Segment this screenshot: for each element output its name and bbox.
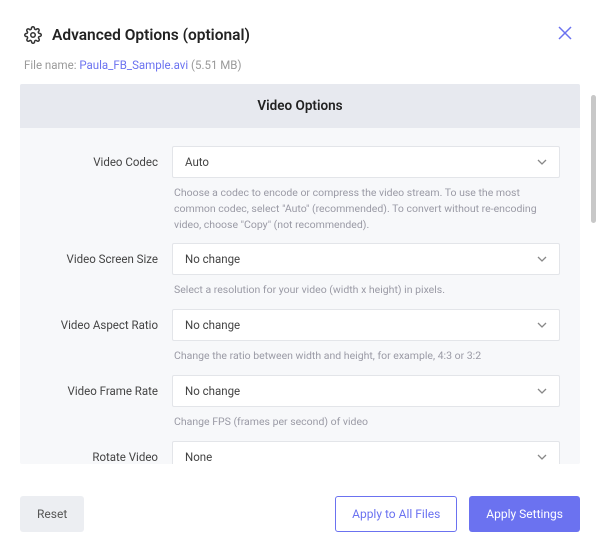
label-video-codec: Video Codec (34, 146, 172, 169)
file-name-value: Paula_FB_Sample.avi (79, 58, 188, 72)
field-rotate-video: Rotate Video None Video will be rotated … (34, 441, 560, 465)
reset-button[interactable]: Reset (20, 496, 84, 532)
select-value: No change (185, 252, 240, 266)
select-value: No change (185, 318, 240, 332)
field-screen-size: Video Screen Size No change Select a res… (34, 243, 560, 298)
scrollbar-thumb[interactable] (591, 95, 596, 223)
file-size: (5.51 MB) (191, 58, 241, 72)
file-name-row: File name: Paula_FB_Sample.avi (5.51 MB) (0, 58, 600, 84)
modal-footer: Reset Apply to All Files Apply Settings (0, 478, 600, 554)
gear-icon (24, 26, 42, 44)
close-button[interactable] (554, 22, 576, 48)
select-value: Auto (185, 155, 209, 169)
select-rotate-video[interactable]: None (172, 441, 560, 465)
select-aspect-ratio[interactable]: No change (172, 309, 560, 341)
options-panel: Video Options Video Codec Auto Choose a … (20, 84, 580, 464)
close-icon (558, 26, 572, 40)
apply-settings-button[interactable]: Apply Settings (469, 496, 580, 532)
select-video-codec[interactable]: Auto (172, 146, 560, 178)
select-frame-rate[interactable]: No change (172, 375, 560, 407)
apply-all-button[interactable]: Apply to All Files (335, 496, 457, 532)
field-frame-rate: Video Frame Rate No change Change FPS (f… (34, 375, 560, 430)
advanced-options-modal: Advanced Options (optional) File name: P… (0, 0, 600, 554)
hint-screen-size: Select a resolution for your video (widt… (172, 275, 560, 298)
chevron-down-icon (537, 320, 547, 330)
label-aspect-ratio: Video Aspect Ratio (34, 309, 172, 332)
chevron-down-icon (537, 157, 547, 167)
file-name-label: File name: (24, 58, 76, 72)
label-screen-size: Video Screen Size (34, 243, 172, 266)
select-value: None (185, 450, 212, 464)
chevron-down-icon (537, 386, 547, 396)
modal-title: Advanced Options (optional) (52, 26, 554, 44)
select-value: No change (185, 384, 240, 398)
chevron-down-icon (537, 254, 547, 264)
field-video-codec: Video Codec Auto Choose a codec to encod… (34, 146, 560, 232)
chevron-down-icon (537, 452, 547, 462)
field-aspect-ratio: Video Aspect Ratio No change Change the … (34, 309, 560, 364)
modal-header: Advanced Options (optional) (0, 0, 600, 58)
fields-container: Video Codec Auto Choose a codec to encod… (20, 128, 580, 464)
label-frame-rate: Video Frame Rate (34, 375, 172, 398)
select-screen-size[interactable]: No change (172, 243, 560, 275)
hint-frame-rate: Change FPS (frames per second) of video (172, 407, 560, 430)
hint-aspect-ratio: Change the ratio between width and heigh… (172, 341, 560, 364)
hint-video-codec: Choose a codec to encode or compress the… (172, 178, 560, 232)
section-title: Video Options (20, 84, 580, 128)
label-rotate-video: Rotate Video (34, 441, 172, 464)
